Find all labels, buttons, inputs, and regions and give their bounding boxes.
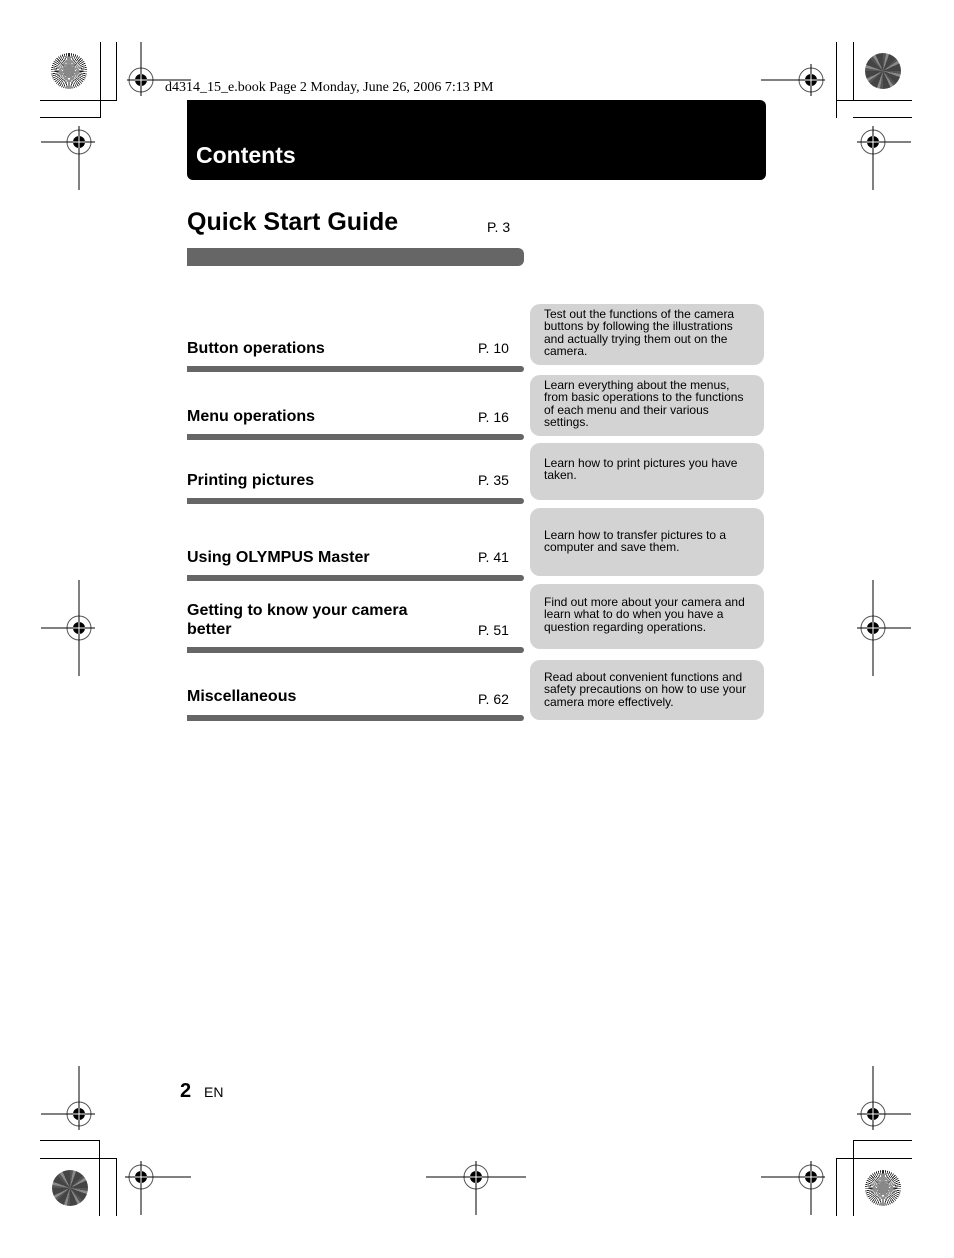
toc-item-description: Find out more about your camera and lear… bbox=[544, 595, 745, 634]
toc-item-description-box: Read about convenient functions and safe… bbox=[530, 660, 764, 720]
toc-item-title[interactable]: Menu operations bbox=[187, 407, 315, 426]
toc-item-title[interactable]: Printing pictures bbox=[187, 471, 314, 490]
toc-item-bar bbox=[187, 366, 524, 372]
toc-item-description: Read about convenient functions and safe… bbox=[544, 670, 747, 709]
toc-item-page[interactable]: P. 41 bbox=[478, 549, 509, 565]
toc-item-bar bbox=[187, 498, 524, 504]
registration-mark-icon bbox=[761, 1161, 825, 1215]
toc-item-description: Learn everything about the menus, from b… bbox=[544, 378, 744, 430]
quick-start-bar bbox=[187, 248, 524, 266]
toc-item-description-box: Learn everything about the menus, from b… bbox=[530, 375, 764, 436]
toc-item-title[interactable]: Getting to know your camera better bbox=[187, 601, 437, 639]
toc-item-bar bbox=[187, 575, 524, 581]
toc-item-page[interactable]: P. 51 bbox=[478, 622, 509, 638]
toc-item-bar bbox=[187, 647, 524, 653]
toc-item-page[interactable]: P. 16 bbox=[478, 409, 509, 425]
toc-item-title[interactable]: Button operations bbox=[187, 339, 325, 358]
toc-item-title[interactable]: Using OLYMPUS Master bbox=[187, 548, 370, 567]
toc-item-page[interactable]: P. 35 bbox=[478, 472, 509, 488]
toc-item-description: Learn how to print pictures you have tak… bbox=[544, 456, 738, 483]
quick-start-page[interactable]: P. 3 bbox=[487, 219, 510, 235]
toc-item-description-box: Learn how to print pictures you have tak… bbox=[530, 443, 764, 500]
page-title: Contents bbox=[196, 142, 296, 168]
toc-item-bar bbox=[187, 434, 524, 440]
toc-item-page[interactable]: P. 62 bbox=[478, 691, 509, 707]
toc-item-title[interactable]: Miscellaneous bbox=[187, 687, 296, 706]
book-info-header: d4314_15_e.book Page 2 Monday, June 26, … bbox=[165, 80, 494, 95]
toc-item-page[interactable]: P. 10 bbox=[478, 340, 509, 356]
toc-item-bar bbox=[187, 715, 524, 721]
page-language: EN bbox=[204, 1084, 224, 1100]
quick-start-title[interactable]: Quick Start Guide bbox=[187, 208, 398, 237]
toc-item-description-box: Learn how to transfer pictures to a comp… bbox=[530, 508, 764, 576]
contents-banner: Contents bbox=[187, 100, 766, 180]
toc-item-description-box: Find out more about your camera and lear… bbox=[530, 584, 764, 649]
toc-item-description: Test out the functions of the camera but… bbox=[544, 307, 735, 359]
toc-item-description: Learn how to transfer pictures to a comp… bbox=[544, 528, 727, 555]
page-number: 2 bbox=[180, 1080, 192, 1102]
toc-item-description-box: Test out the functions of the camera but… bbox=[530, 304, 764, 365]
